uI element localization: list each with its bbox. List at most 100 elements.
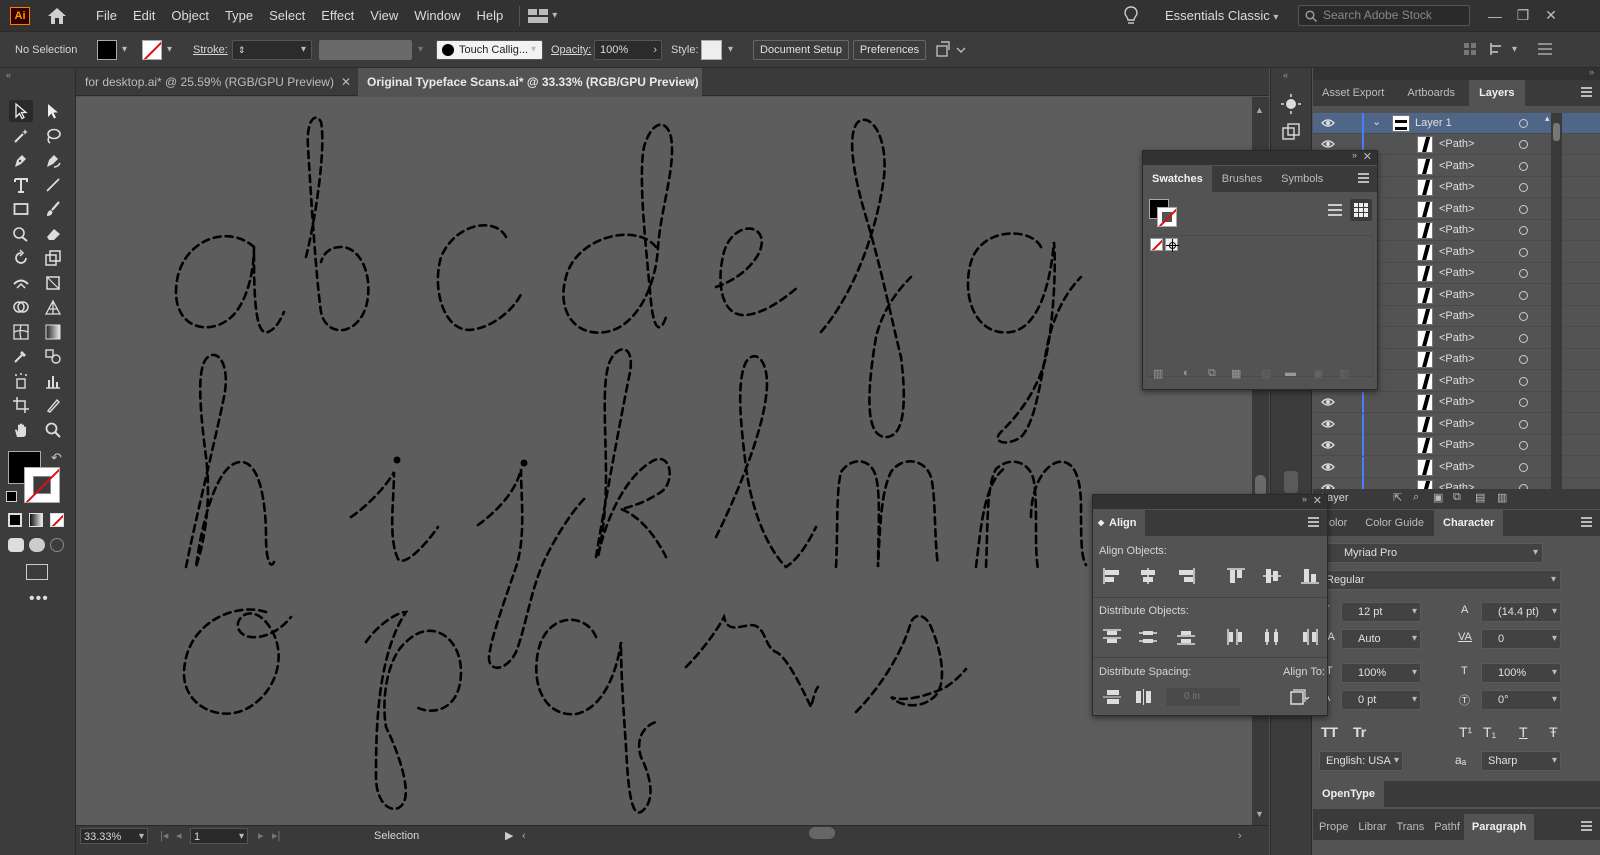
- paintbrush-tool-icon[interactable]: [41, 198, 65, 220]
- collapse-panel-icon[interactable]: »: [1352, 150, 1357, 160]
- horizontal-distribute-center-icon[interactable]: [1261, 628, 1283, 646]
- opacity-field[interactable]: 100% ›: [594, 40, 662, 60]
- path-name[interactable]: <Path>: [1439, 435, 1474, 456]
- menu-window[interactable]: Window: [406, 0, 468, 31]
- none-mode-icon[interactable]: [50, 513, 64, 527]
- align-grid-icon[interactable]: [1463, 42, 1477, 59]
- panel-menu-icon[interactable]: [1358, 173, 1369, 183]
- vertical-align-center-icon[interactable]: [1261, 567, 1283, 585]
- close-tab-icon[interactable]: ✕: [686, 68, 696, 96]
- close-icon[interactable]: ✕: [1538, 0, 1564, 31]
- baseline-shift-field[interactable]: 0 pt ▾: [1341, 690, 1421, 710]
- swatch-stroke-indicator[interactable]: [1157, 207, 1177, 227]
- tab-original-typeface-scans[interactable]: Original Typeface Scans.ai* @ 33.33% (RG…: [358, 68, 702, 96]
- language-field[interactable]: English: USA ▾: [1319, 751, 1403, 771]
- visibility-eye-icon[interactable]: [1321, 138, 1335, 150]
- path-name[interactable]: <Path>: [1439, 349, 1474, 370]
- default-fill-stroke-icon[interactable]: [6, 491, 17, 502]
- vertical-distribute-bottom-icon[interactable]: [1175, 628, 1197, 646]
- menu-help[interactable]: Help: [468, 0, 511, 31]
- tab-transform[interactable]: Trans: [1390, 814, 1430, 840]
- target-circle-icon[interactable]: [1519, 333, 1528, 343]
- first-artboard-icon[interactable]: |◂: [160, 828, 168, 844]
- target-circle-icon[interactable]: [1519, 441, 1528, 450]
- visibility-eye-icon[interactable]: [1321, 396, 1335, 408]
- visibility-eye-icon[interactable]: [1321, 461, 1335, 473]
- lasso-tool-icon[interactable]: [41, 125, 65, 147]
- menu-effect[interactable]: Effect: [313, 0, 362, 31]
- new-layer-icon[interactable]: ▤: [1475, 491, 1485, 504]
- type-tool-icon[interactable]: [9, 174, 33, 196]
- path-name[interactable]: <Path>: [1439, 242, 1474, 263]
- target-circle-icon[interactable]: [1519, 269, 1528, 278]
- more-tools-icon[interactable]: •••: [29, 590, 49, 608]
- direct-selection-tool-icon[interactable]: [41, 100, 65, 122]
- target-circle-icon[interactable]: [1519, 398, 1528, 407]
- tab-character[interactable]: Character: [1434, 510, 1504, 536]
- horizontal-align-right-icon[interactable]: [1175, 567, 1197, 585]
- panel-titlebar[interactable]: » ✕: [1143, 150, 1377, 165]
- swatch-options-icon[interactable]: ⧉: [1208, 367, 1216, 380]
- tab-asset-export[interactable]: Asset Export: [1313, 80, 1393, 106]
- artboard-number-field[interactable]: 1 ▾: [190, 828, 248, 844]
- path-name[interactable]: <Path>: [1439, 328, 1474, 349]
- draw-normal-icon[interactable]: [8, 538, 24, 552]
- layers-scroll-thumb[interactable]: [1553, 123, 1560, 141]
- mesh-tool-icon[interactable]: [9, 321, 33, 343]
- free-transform-tool-icon[interactable]: [41, 272, 65, 294]
- target-circle-icon[interactable]: [1519, 183, 1528, 192]
- variable-width-profile[interactable]: [319, 40, 412, 60]
- stroke-swatch[interactable]: [142, 40, 162, 60]
- vertical-align-bottom-icon[interactable]: [1299, 567, 1321, 585]
- horizontal-align-left-icon[interactable]: [1101, 567, 1123, 585]
- clipping-mask-icon[interactable]: ▣: [1433, 491, 1443, 504]
- hand-tool-icon[interactable]: [9, 419, 33, 441]
- eyedropper-tool-icon[interactable]: [9, 345, 33, 367]
- chevron-down-icon[interactable]: ▾: [728, 44, 733, 55]
- layers-scrollbar[interactable]: [1551, 113, 1562, 491]
- path-name[interactable]: <Path>: [1439, 263, 1474, 284]
- blend-tool-icon[interactable]: [41, 345, 65, 367]
- next-artboard-icon[interactable]: ▸: [258, 828, 264, 844]
- scroll-right-icon[interactable]: ›: [1238, 828, 1242, 844]
- eraser-tool-icon[interactable]: [41, 223, 65, 245]
- font-style-field[interactable]: Regular ▾: [1319, 570, 1561, 590]
- tab-paragraph[interactable]: Paragraph: [1463, 814, 1535, 840]
- artboard-tool-icon[interactable]: [9, 394, 33, 416]
- panel-menu-icon[interactable]: [1581, 87, 1592, 97]
- swatch-kinds-icon[interactable]: ◐: [1183, 367, 1190, 379]
- opacity-label[interactable]: Opacity:: [551, 40, 591, 60]
- layer-name[interactable]: Layer 1: [1415, 113, 1452, 134]
- grid-view-icon[interactable]: [1350, 199, 1372, 221]
- document-setup-button[interactable]: Document Setup: [753, 40, 849, 60]
- last-artboard-icon[interactable]: ▸|: [272, 828, 280, 844]
- menu-select[interactable]: Select: [261, 0, 313, 31]
- path-name[interactable]: <Path>: [1439, 306, 1474, 327]
- transform-panel-icon[interactable]: [1282, 123, 1300, 144]
- small-caps-button[interactable]: Tr: [1353, 724, 1366, 740]
- slice-tool-icon[interactable]: [41, 394, 65, 416]
- menu-file[interactable]: File: [88, 0, 125, 31]
- brush-definition[interactable]: Touch Callig...: [436, 40, 543, 60]
- expand-panels-icon[interactable]: »: [1589, 67, 1594, 77]
- font-family-field[interactable]: Myriad Pro ▾: [1323, 543, 1543, 563]
- path-name[interactable]: <Path>: [1439, 199, 1474, 220]
- scale-tool-icon[interactable]: [41, 247, 65, 269]
- horizontal-scroll-thumb[interactable]: [809, 827, 835, 839]
- tab-swatches[interactable]: Swatches: [1143, 166, 1212, 192]
- swap-fill-stroke-icon[interactable]: ↶: [51, 450, 62, 466]
- antialias-field[interactable]: Sharp ▾: [1481, 751, 1561, 771]
- target-circle-icon[interactable]: [1519, 161, 1528, 171]
- locate-object-icon[interactable]: ⌕: [1413, 491, 1419, 504]
- tab-color-guide[interactable]: Color Guide: [1355, 510, 1434, 536]
- workspace-switcher[interactable]: Essentials Classic ▾: [1165, 0, 1278, 31]
- align-to-selection-icon[interactable]: [1289, 688, 1311, 706]
- tab-symbols[interactable]: Symbols: [1272, 166, 1332, 192]
- path-name[interactable]: <Path>: [1439, 457, 1474, 478]
- draw-inside-icon[interactable]: [50, 538, 64, 552]
- tab-layers[interactable]: Layers: [1469, 80, 1525, 106]
- rotate-tool-icon[interactable]: [9, 247, 33, 269]
- zoom-tool-icon[interactable]: [41, 419, 65, 441]
- path-name[interactable]: <Path>: [1439, 371, 1474, 392]
- tab-align[interactable]: ◆ Align: [1093, 510, 1145, 536]
